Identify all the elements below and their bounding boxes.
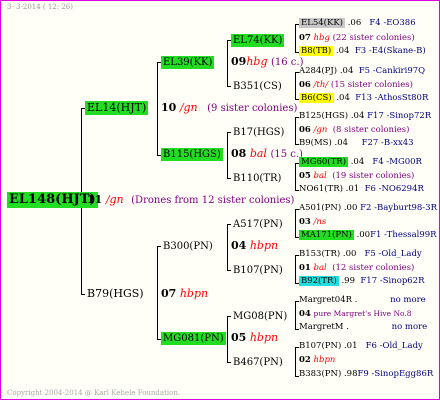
root-sub: /gn	[105, 193, 124, 206]
g1-upper-info: 10 /gn (9 sister colonies)	[161, 101, 297, 116]
g4-row-10[interactable]: MG60(TR) .04 F4 -MG00R	[299, 157, 422, 168]
g3-d2-node[interactable]: B467(PN)	[231, 356, 285, 369]
g3-b1-node[interactable]: B17(HGS)	[231, 126, 286, 139]
g3-c1-node[interactable]: A517(PN)	[231, 218, 285, 231]
g4-row-9[interactable]: B9(MS) .04 F27 -B-xx43	[299, 138, 414, 149]
g1-upper-sub: /gn	[179, 101, 198, 114]
g4-row-19[interactable]: Margret04R . no more	[299, 295, 426, 306]
g3-a2-node[interactable]: B351(CS)	[231, 80, 284, 93]
g4-row-14: 03 /ns	[299, 217, 327, 227]
root-note: (Drones from 12 sister colonies)	[131, 195, 295, 206]
g2-c-node[interactable]: B300(PN)	[161, 240, 215, 253]
g4-row-12[interactable]: NO61(TR) .01 F6 -NO6294R	[299, 184, 424, 195]
root-num: 11	[87, 193, 103, 206]
g2-c-sub: hbpn	[249, 239, 279, 252]
g4-row-22[interactable]: B107(PN) .01 F6 -Old_Lady	[299, 341, 423, 352]
g1-upper-num: 10	[161, 101, 177, 114]
g2-c-num: 04	[231, 239, 247, 252]
g2-c-info: 04 hbpn	[231, 239, 278, 253]
pedigree-frame: 3- 3-2014 ( 12: 26) EL148(HJT) 11 /gn (D…	[0, 0, 440, 400]
g4-row-23: 02 hbpn	[299, 355, 336, 365]
g1-lower-node[interactable]: B79(HGS)	[85, 287, 146, 301]
g4-row-3[interactable]: B8(TB) .04 F3 -E4(Skane-B)	[299, 46, 426, 57]
g2-b-info: 08 bal (15 c.)	[231, 147, 303, 162]
g4-row-8: 06 /gn (8 sister colonies)	[299, 125, 410, 135]
g4-row-21[interactable]: MargretM . no more	[299, 322, 427, 333]
g1-upper-note: (9 sister colonies)	[207, 103, 298, 114]
header-date: 3- 3-2014 ( 12: 26)	[7, 3, 73, 11]
g2-a-sub: hbg	[246, 55, 268, 68]
g4-row-20: 04 pure Margret's Hive No.8	[299, 309, 412, 319]
g3-c2-node[interactable]: B107(PN)	[231, 264, 285, 277]
g4-row-5: 06 /th/ (15 sister colonies)	[299, 80, 413, 90]
g4-row-7[interactable]: B125(HGS) .04 F17 -Sinop72R	[299, 111, 431, 122]
g3-d1-node[interactable]: MG08(PN)	[231, 310, 289, 323]
g4-row-11: 05 bal (19 sister colonies)	[299, 171, 415, 181]
g4-row-15[interactable]: MA171(PN) .00F1 -Thessal99R	[299, 230, 437, 241]
g2-b-node[interactable]: B115(HGS)	[161, 148, 223, 161]
g1-lower-num: 07	[161, 287, 177, 300]
g1-lower-info: 07 hbpn	[161, 287, 208, 301]
copyright: Copyright 2004-2014 @ Karl Kehele Founda…	[7, 389, 181, 397]
g4-row-4[interactable]: A284(PJ) .04 F5 -Cankiri97Q	[299, 66, 425, 77]
g4-row-2: 07 hbg (22 sister colonies)	[299, 33, 415, 43]
g4-row-1[interactable]: EL54(KK) .06 F4 -EO386	[299, 18, 416, 29]
g4-row-17: 01 bal (12 sister colonies)	[299, 263, 415, 273]
g4-row-6[interactable]: B6(CS) .04 F13 -AthosSt80R	[299, 93, 428, 104]
g2-b-sub: bal	[249, 147, 267, 160]
g2-d-num: 05	[231, 331, 247, 344]
g4-row-13[interactable]: A501(PN) .00 F2 -Bayburt98-3R	[299, 203, 437, 214]
g2-d-sub: hbpn	[249, 331, 279, 344]
g2-d-info: 05 hbpn	[231, 331, 278, 345]
root-node[interactable]: EL148(HJT)	[7, 192, 98, 208]
g2-a-num: 09	[231, 55, 247, 68]
g4-row-16[interactable]: B153(TR) .00 F5 -Old_Lady	[299, 249, 422, 260]
g4-row-24[interactable]: B383(PN) .98F9 -SinopEgg86R	[299, 369, 433, 380]
g1-lower-sub: hbpn	[179, 287, 209, 300]
root-info: 11 /gn (Drones from 12 sister colonies)	[87, 193, 294, 208]
g2-a-info: 09hbg (16 c.)	[231, 55, 303, 70]
g1-upper-node[interactable]: EL14(HJT)	[85, 101, 149, 115]
g3-b2-node[interactable]: B110(TR)	[231, 172, 283, 185]
g2-d-node[interactable]: MG081(PN)	[161, 332, 226, 345]
g4-row-18[interactable]: B92(TR) .99 F17 -Sinop62R	[299, 276, 424, 287]
g2-b-num: 08	[231, 147, 247, 160]
g3-a1-node[interactable]: EL74(KK)	[231, 34, 285, 47]
g2-a-node[interactable]: EL39(KK)	[161, 56, 215, 69]
